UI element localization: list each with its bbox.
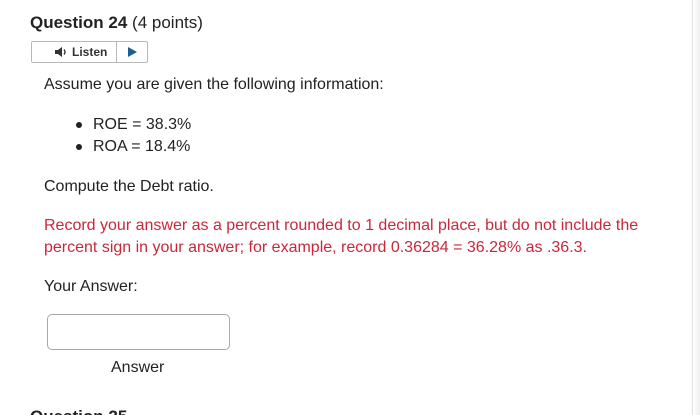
answer-caption: Answer: [111, 359, 165, 376]
answer-instruction: Record your answer as a percent rounded …: [44, 217, 639, 256]
play-icon: [128, 47, 137, 57]
list-item: ROE = 38.3%: [74, 114, 191, 136]
given-info-list: ROE = 38.3% ROA = 18.4%: [74, 114, 191, 158]
next-question-title: Question 25: [30, 406, 127, 415]
bullet-icon: [76, 144, 82, 150]
listen-button[interactable]: Listen: [32, 42, 117, 62]
answer-input[interactable]: [47, 314, 230, 350]
listen-widget: Listen: [31, 41, 148, 63]
bullet-icon: [76, 122, 82, 128]
question-task: Compute the Debt ratio.: [44, 178, 214, 195]
play-button[interactable]: [117, 42, 147, 62]
question-intro: Assume you are given the following infor…: [44, 76, 384, 93]
list-item-text: ROA = 18.4%: [93, 138, 191, 155]
question-title: Question 24: [30, 13, 128, 32]
your-answer-heading: Your Answer:: [44, 278, 138, 295]
question-page: Question 24 (4 points) Listen Assume you…: [0, 0, 700, 415]
scrollbar[interactable]: [692, 0, 700, 415]
listen-label: Listen: [72, 45, 108, 59]
question-header: Question 24 (4 points): [30, 12, 203, 34]
speaker-icon: [54, 46, 68, 58]
list-item: ROA = 18.4%: [74, 136, 191, 158]
list-item-text: ROE = 38.3%: [93, 116, 192, 133]
question-points: (4 points): [132, 13, 203, 32]
